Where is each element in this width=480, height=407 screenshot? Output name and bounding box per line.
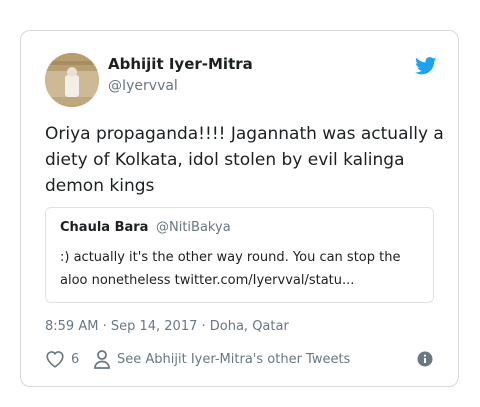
info-icon[interactable]: [417, 351, 433, 367]
tweet-card: Abhijit Iyer-Mitra @Iyervval Oriya propa…: [20, 30, 459, 387]
author-name[interactable]: Abhijit Iyer-Mitra: [108, 55, 253, 73]
heart-icon[interactable]: [45, 350, 65, 368]
like-count: 6: [71, 352, 80, 367]
quoted-author-handle: @NitiBakya: [156, 220, 231, 235]
quoted-tweet[interactable]: Chaula Bara @NitiBakya :) actually it's …: [45, 207, 434, 303]
author-handle[interactable]: @Iyervval: [108, 78, 178, 94]
quoted-author-name: Chaula Bara: [60, 220, 149, 235]
quoted-text: :) actually it's the other way round. Yo…: [60, 250, 401, 288]
avatar[interactable]: [45, 53, 99, 107]
tweet-text: Oriya propaganda!!!! Jagannath was actua…: [45, 124, 444, 196]
twitter-bird-icon[interactable]: [415, 57, 437, 75]
other-tweets-link[interactable]: See Abhijit Iyer-Mitra's other Tweets: [117, 352, 350, 367]
tweet-actions: 6 See Abhijit Iyer-Mitra's other Tweets: [45, 349, 437, 373]
tweet-timestamp[interactable]: 8:59 AM · Sep 14, 2017 · Doha, Qatar: [45, 319, 289, 334]
person-icon[interactable]: [93, 349, 111, 369]
